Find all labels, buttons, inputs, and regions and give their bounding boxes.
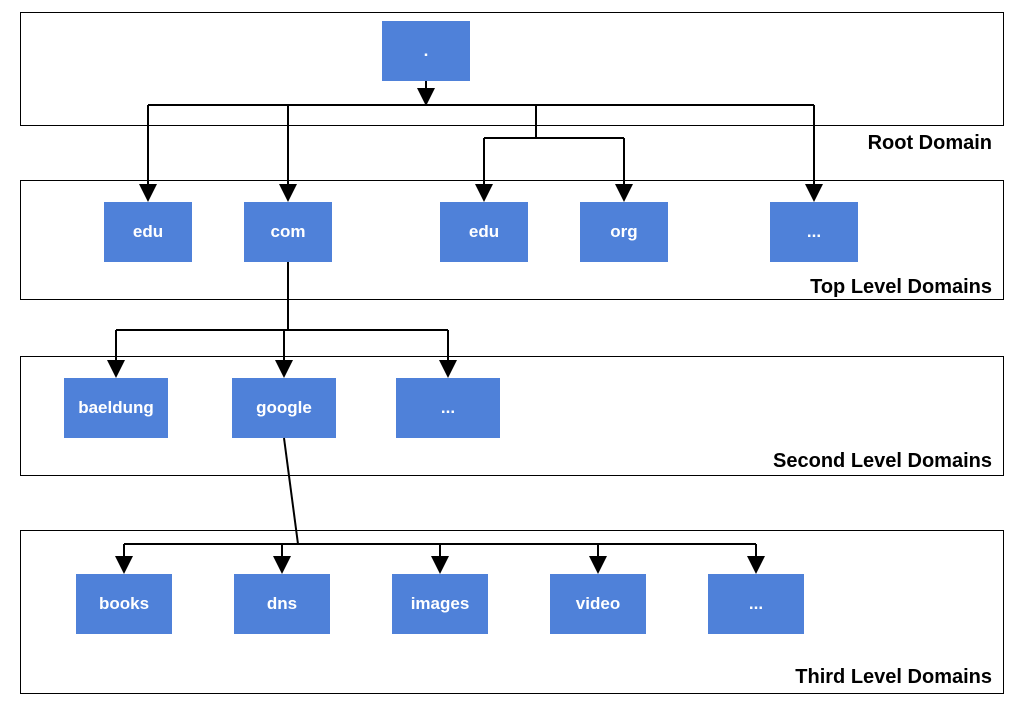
node-third-4: ... bbox=[708, 574, 804, 634]
node-tld-2: edu bbox=[440, 202, 528, 262]
node-root: . bbox=[382, 21, 470, 81]
node-tld-1: com bbox=[244, 202, 332, 262]
frame-root bbox=[20, 12, 1004, 126]
node-tld-0: edu bbox=[104, 202, 192, 262]
node-sld-2: ... bbox=[396, 378, 500, 438]
node-sld-1: google bbox=[232, 378, 336, 438]
node-sld-0: baeldung bbox=[64, 378, 168, 438]
node-third-1: dns bbox=[234, 574, 330, 634]
node-third-0: books bbox=[76, 574, 172, 634]
diagram-canvas: Root Domain Top Level Domains Second Lev… bbox=[0, 0, 1024, 727]
node-third-2: images bbox=[392, 574, 488, 634]
label-sld: Second Level Domains bbox=[773, 450, 992, 473]
node-third-3: video bbox=[550, 574, 646, 634]
node-tld-4: ... bbox=[770, 202, 858, 262]
label-root: Root Domain bbox=[868, 132, 992, 155]
label-third: Third Level Domains bbox=[795, 666, 992, 689]
node-tld-3: org bbox=[580, 202, 668, 262]
label-tld: Top Level Domains bbox=[810, 276, 992, 299]
